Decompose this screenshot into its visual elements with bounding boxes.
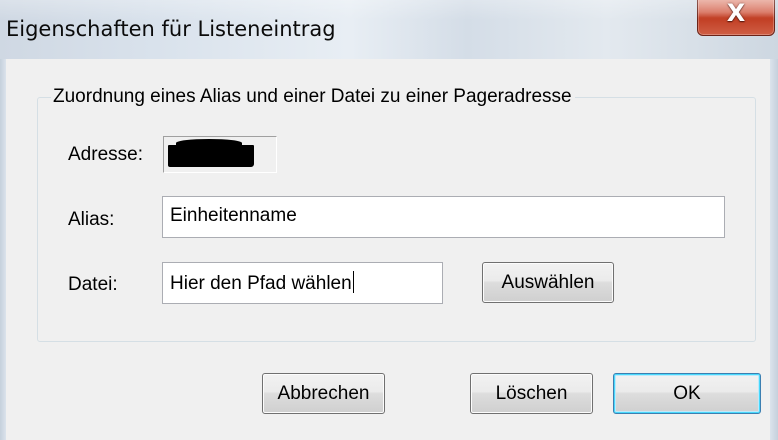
text-caret: [352, 271, 355, 293]
alias-input-value: Einheitenname: [170, 205, 297, 226]
window-frame-left: [0, 59, 6, 440]
close-button[interactable]: X: [697, 0, 775, 36]
close-icon: X: [726, 0, 746, 27]
file-path-input-value: Hier den Pfad wählen: [170, 273, 352, 294]
title-bar[interactable]: Eigenschaften für Listeneintrag X: [0, 0, 778, 59]
window-frame-right: [770, 59, 778, 440]
dialog-window: Eigenschaften für Listeneintrag X Zuordn…: [0, 0, 778, 440]
file-path-input[interactable]: Hier den Pfad wählen: [162, 262, 443, 304]
alias-label: Alias:: [68, 209, 115, 230]
ok-button[interactable]: OK: [613, 373, 761, 414]
browse-button[interactable]: Auswählen: [482, 262, 614, 303]
window-title: Eigenschaften für Listeneintrag: [6, 17, 336, 41]
address-value: [163, 136, 277, 173]
cancel-button[interactable]: Abbrechen: [262, 373, 385, 414]
delete-button[interactable]: Löschen: [470, 373, 593, 414]
alias-input[interactable]: Einheitenname: [162, 196, 725, 238]
groupbox-title: Zuordnung eines Alias und einer Datei zu…: [51, 86, 575, 108]
file-label: Datei:: [68, 274, 118, 295]
address-label: Adresse:: [68, 144, 143, 165]
redacted-address: [168, 139, 254, 167]
